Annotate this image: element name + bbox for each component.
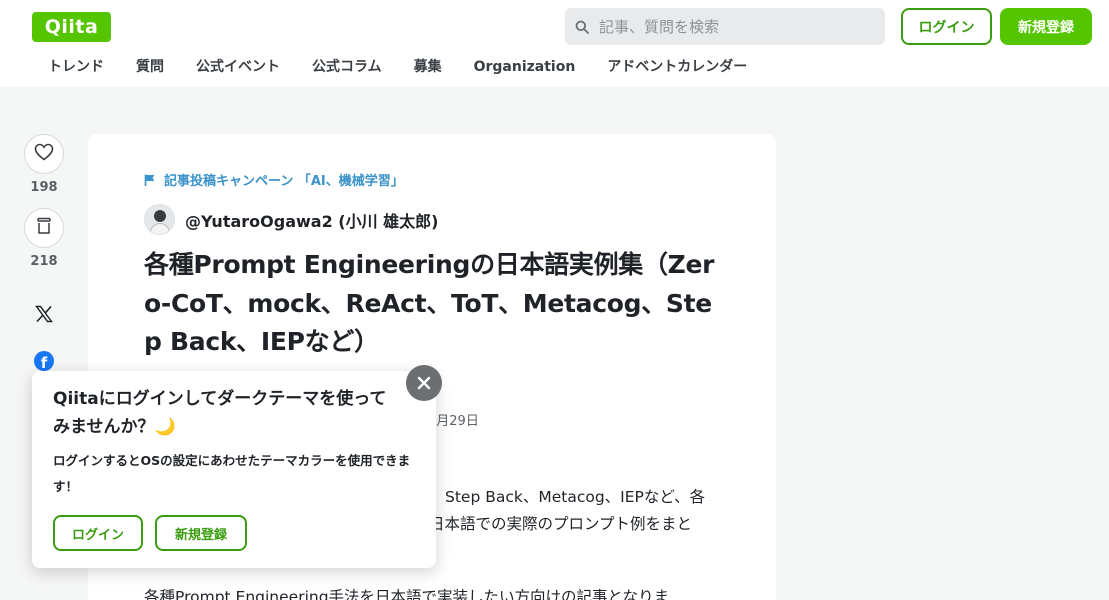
like-button[interactable] — [24, 134, 64, 174]
avatar[interactable] — [144, 204, 175, 235]
campaign-label: 記事投稿キャンペーン 「AI、機械学習」 — [164, 174, 404, 189]
popup-signup-button[interactable]: 新規登録 — [155, 515, 247, 551]
dark-theme-popup: Qiitaにログインしてダークテーマを使ってみませんか？🌙 ログインするとOSの… — [32, 371, 436, 568]
main-nav: トレンド 質問 公式イベント 公式コラム 募集 Organization アドベ… — [32, 54, 763, 80]
nav-questions[interactable]: 質問 — [120, 54, 180, 80]
nav-recruitment[interactable]: 募集 — [398, 54, 458, 80]
search-input[interactable] — [599, 17, 859, 36]
nav-official-columns[interactable]: 公式コラム — [296, 54, 398, 80]
article-title: 各種Prompt Engineeringの日本語実例集（Zero-CoT、moc… — [144, 250, 715, 356]
search-icon — [575, 20, 589, 34]
flag-icon — [144, 174, 156, 186]
popup-login-button[interactable]: ログイン — [53, 515, 143, 551]
facebook-share-icon[interactable]: f — [34, 351, 54, 371]
login-button[interactable]: ログイン — [901, 8, 992, 45]
nav-trend[interactable]: トレンド — [32, 54, 120, 80]
nav-official-events[interactable]: 公式イベント — [180, 54, 296, 80]
search-box[interactable] — [565, 8, 885, 45]
popup-description: ログインするとOSの設定にあわせたテーマカラーを使用できます！ — [53, 453, 411, 494]
like-count: 198 — [30, 180, 58, 195]
popup-title: Qiitaにログインしてダークテーマを使ってみませんか？🌙 — [53, 389, 387, 437]
stock-icon — [36, 217, 52, 239]
article-actions: 198 218 — [24, 134, 64, 270]
author-block[interactable]: @YutaroOgawa2 (小川 雄太郎) — [144, 204, 438, 235]
signup-button[interactable]: 新規登録 — [1000, 8, 1092, 45]
close-icon[interactable] — [406, 365, 442, 401]
x-share-icon[interactable] — [32, 302, 56, 326]
body-line-3: 各種Prompt Engineering手法を日本語で実装したい方向けの記事とな… — [144, 588, 670, 600]
heart-icon — [34, 143, 54, 165]
qiita-logo[interactable]: Qiita — [32, 12, 111, 42]
nav-advent-calendar[interactable]: アドベントカレンダー — [591, 54, 763, 80]
campaign-link[interactable]: 記事投稿キャンペーン 「AI、機械学習」 — [144, 170, 404, 189]
stock-button[interactable] — [24, 208, 64, 248]
stock-count: 218 — [30, 254, 58, 269]
author-name[interactable]: @YutaroOgawa2 (小川 雄太郎) — [185, 208, 438, 232]
nav-organization[interactable]: Organization — [458, 54, 592, 80]
site-header: Qiita ログイン 新規登録 トレンド 質問 公式イベント 公式コラム 募集 … — [0, 0, 1109, 86]
